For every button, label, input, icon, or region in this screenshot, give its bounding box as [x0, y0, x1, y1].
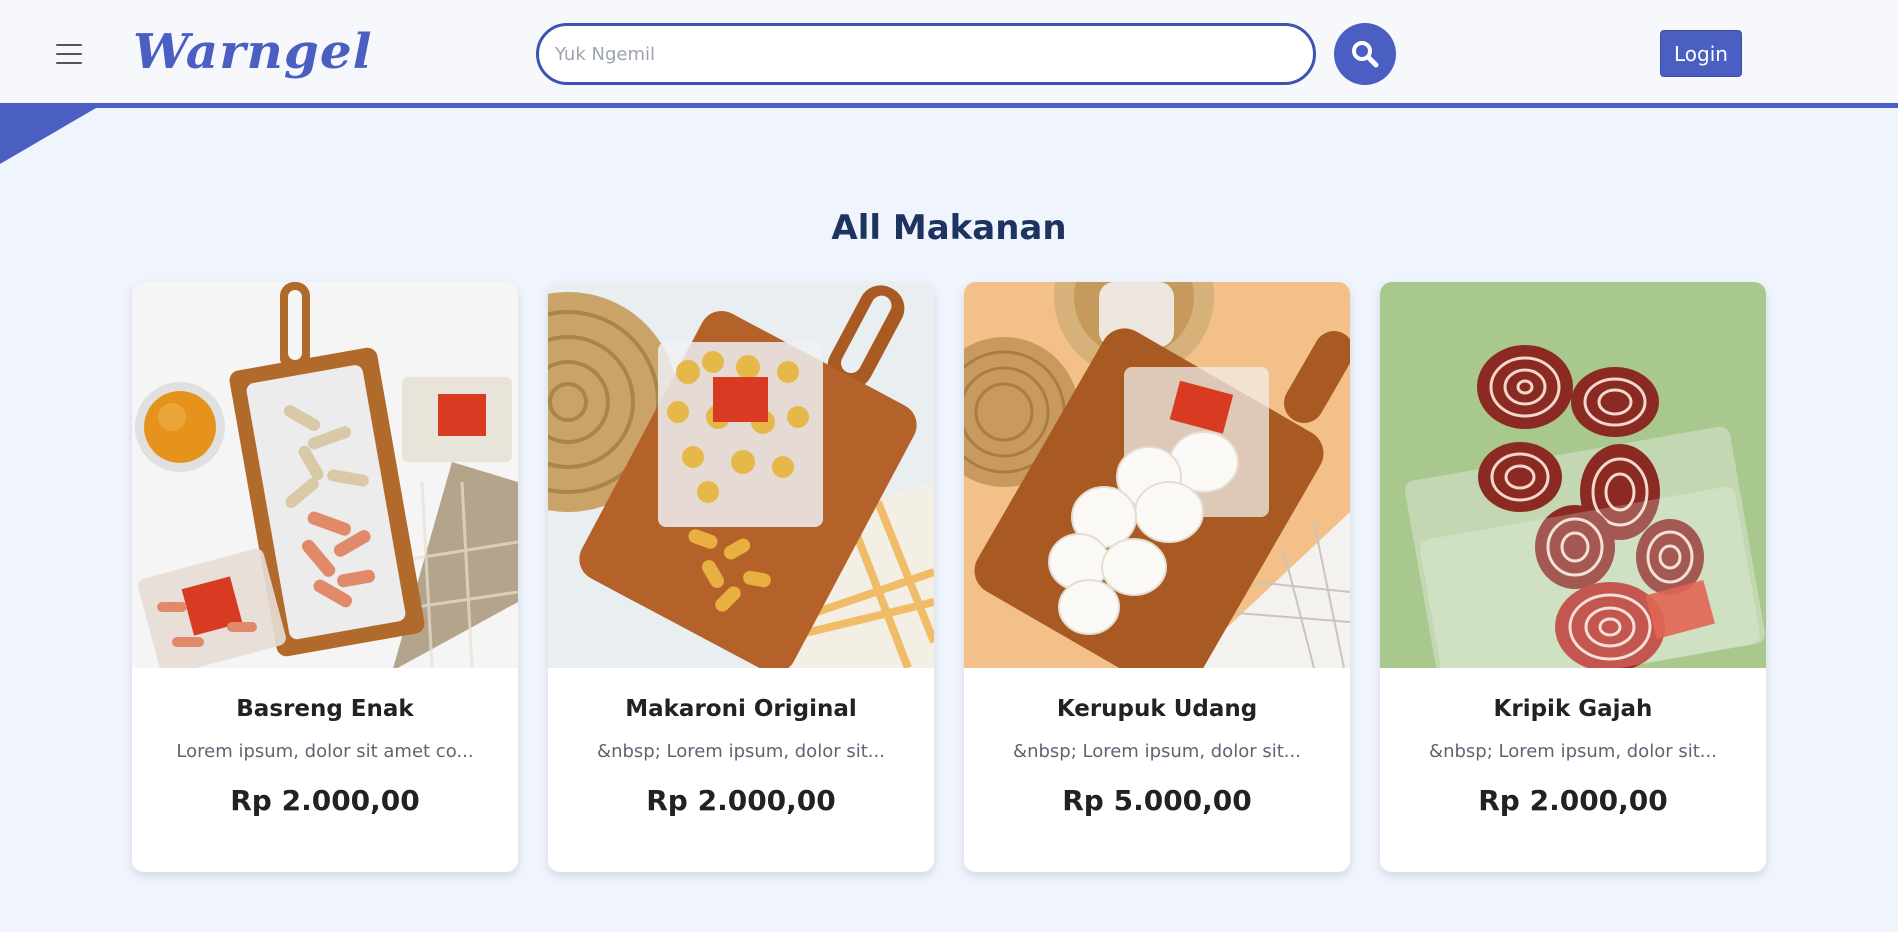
product-image: [132, 282, 518, 668]
product-image: [964, 282, 1350, 668]
search-input[interactable]: [536, 23, 1316, 85]
product-price: Rp 2.000,00: [1478, 784, 1668, 817]
navbar: Warngel Login: [0, 0, 1898, 108]
section-title: All Makanan: [831, 208, 1067, 248]
product-price: Rp 5.000,00: [1062, 784, 1252, 817]
brand-logo[interactable]: Warngel: [133, 23, 373, 79]
search-icon: [1352, 41, 1379, 68]
product-name: Makaroni Original: [625, 696, 857, 722]
corner-decoration: [0, 108, 96, 164]
product-name: Kripik Gajah: [1493, 696, 1653, 722]
product-image: [1380, 282, 1766, 668]
product-image: [548, 282, 934, 668]
product-description: Lorem ipsum, dolor sit amet co...: [176, 741, 474, 762]
product-card[interactable]: Makaroni Original &nbsp; Lorem ipsum, do…: [548, 282, 934, 872]
product-price: Rp 2.000,00: [646, 784, 836, 817]
product-description: &nbsp; Lorem ipsum, dolor sit...: [1013, 741, 1301, 762]
product-card[interactable]: Kripik Gajah &nbsp; Lorem ipsum, dolor s…: [1380, 282, 1766, 872]
product-price: Rp 2.000,00: [230, 784, 420, 817]
hamburger-icon[interactable]: [56, 44, 82, 64]
product-name: Basreng Enak: [236, 696, 414, 722]
product-description: &nbsp; Lorem ipsum, dolor sit...: [1429, 741, 1717, 762]
product-description: &nbsp; Lorem ipsum, dolor sit...: [597, 741, 885, 762]
product-name: Kerupuk Udang: [1056, 696, 1258, 722]
search-button[interactable]: [1334, 23, 1396, 85]
product-card[interactable]: Kerupuk Udang &nbsp; Lorem ipsum, dolor …: [964, 282, 1350, 872]
login-button[interactable]: Login: [1660, 30, 1742, 77]
product-card[interactable]: Basreng Enak Lorem ipsum, dolor sit amet…: [132, 282, 518, 872]
